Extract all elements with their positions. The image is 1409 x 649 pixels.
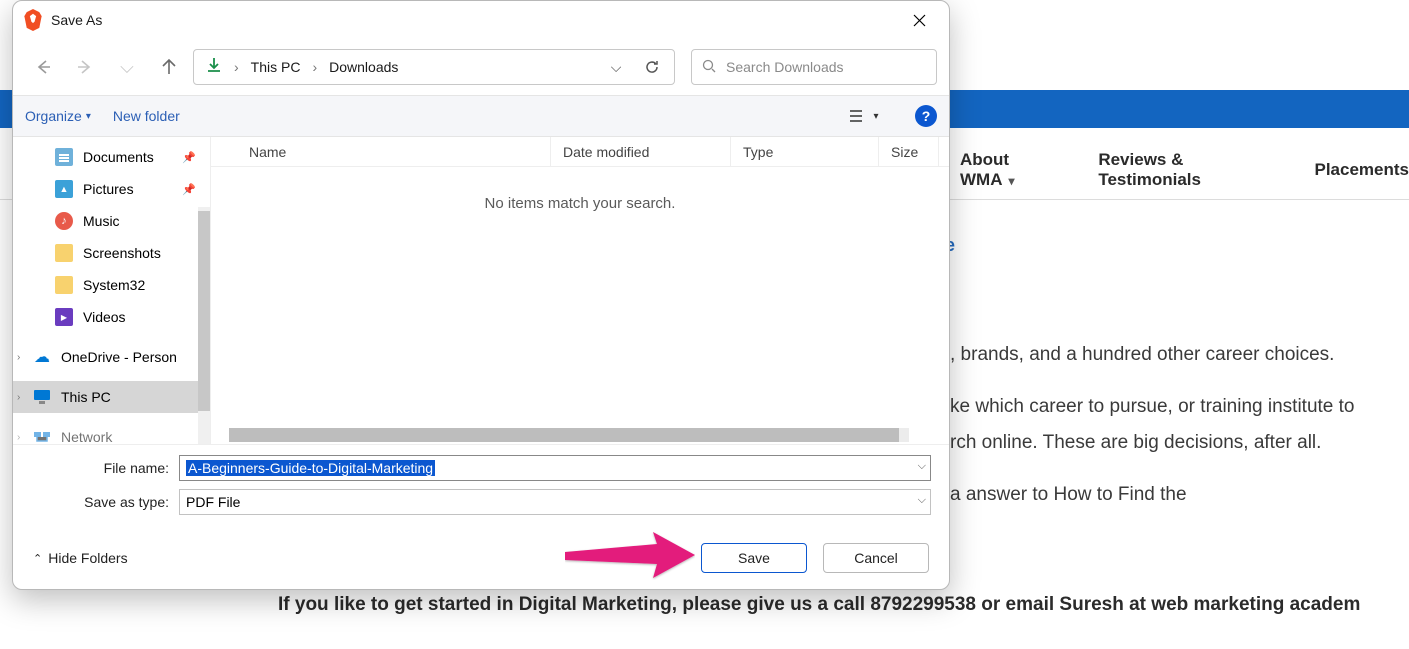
view-menu[interactable]: ▾ [847,102,881,130]
pin-icon: 📌 [182,151,196,164]
col-size[interactable]: Size [879,137,939,166]
folder-tree: Documents📌 Pictures📌 ♪Music Screenshots … [13,137,211,444]
cancel-button[interactable]: Cancel [823,543,929,573]
article-cta: If you like to get started in Digital Ma… [278,594,1409,616]
folder-icon [55,244,73,262]
breadcrumb-downloads[interactable]: Downloads [323,55,404,79]
tree-videos[interactable]: Videos [13,301,210,333]
help-button[interactable]: ? [915,105,937,127]
save-as-dialog: Save As ⌵ › This PC › Downloads ⌵ Search… [12,0,950,590]
tree-system32[interactable]: System32 [13,269,210,301]
cloud-icon: ☁ [33,348,51,366]
dialog-body: Documents📌 Pictures📌 ♪Music Screenshots … [13,137,949,444]
nav-row: ⌵ › This PC › Downloads ⌵ Search Downloa… [13,39,949,95]
nav-item-reviews[interactable]: Reviews & Testimonials [1098,150,1276,190]
help-icon: ? [922,108,931,124]
filename-value: A-Beginners-Guide-to-Digital-Marketing [186,460,435,476]
address-bar[interactable]: › This PC › Downloads ⌵ [193,49,675,85]
close-icon [913,14,926,27]
refresh-button[interactable] [636,51,668,83]
chevron-down-icon[interactable]: ⌵ [918,494,926,507]
chevron-down-icon: ▾ [873,111,878,122]
dialog-footer: ⌃ Hide Folders Save Cancel [13,527,949,589]
empty-message: No items match your search. [211,167,949,212]
horizontal-scroll-thumb[interactable] [229,428,899,442]
filetype-value: PDF File [186,494,240,510]
close-button[interactable] [897,5,941,35]
downloads-icon [200,57,228,78]
music-icon: ♪ [55,212,73,230]
sidebar-scroll-thumb[interactable] [198,211,210,411]
chevron-down-icon: ▾ [86,111,91,122]
videos-icon [55,308,73,326]
chevron-down-icon: ▾ [1008,174,1014,188]
chevron-right-icon: › [17,392,20,403]
filename-input[interactable]: A-Beginners-Guide-to-Digital-Marketing ⌵ [179,455,931,481]
chevron-right-icon: › [17,432,20,443]
filename-label: File name: [31,460,179,476]
address-dropdown[interactable]: ⌵ [600,51,632,83]
tree-documents[interactable]: Documents📌 [13,141,210,173]
toolbar: Organize ▾ New folder ▾ ? [13,95,949,137]
arrow-right-icon [76,58,94,76]
up-button[interactable] [151,49,187,85]
save-fields: File name: A-Beginners-Guide-to-Digital-… [13,444,949,527]
forward-button[interactable] [67,49,103,85]
arrow-left-icon [34,58,52,76]
chevron-up-icon: ⌃ [33,552,42,565]
pictures-icon [55,180,73,198]
chevron-right-icon: › [17,352,20,363]
column-headers: Name Date modified Type Size [211,137,949,167]
brave-icon [23,9,43,31]
nav-item-about[interactable]: About WMA▾ [960,150,1060,190]
documents-icon [55,148,73,166]
network-icon [33,428,51,444]
back-button[interactable] [25,49,61,85]
list-icon [849,109,867,123]
pin-icon: 📌 [182,183,196,196]
dialog-title: Save As [51,12,897,28]
chevron-right-icon: › [232,59,241,75]
search-box[interactable]: Search Downloads [691,49,937,85]
organize-menu[interactable]: Organize ▾ [25,108,91,124]
chevron-down-icon[interactable]: ⌵ [918,460,926,473]
filetype-select[interactable]: PDF File ⌵ [179,489,931,515]
titlebar: Save As [13,1,949,39]
tree-pictures[interactable]: Pictures📌 [13,173,210,205]
col-date[interactable]: Date modified [551,137,731,166]
breadcrumb-thispc[interactable]: This PC [245,55,307,79]
article-text-1: , brands, and a hundred other career cho… [950,340,1409,369]
tree-network[interactable]: ›Network [13,421,210,444]
hide-folders-toggle[interactable]: ⌃ Hide Folders [33,550,128,566]
article-text-3: a answer to How to Find the [950,480,1409,509]
pc-icon [33,388,51,406]
chevron-right-icon: › [310,59,319,75]
search-placeholder: Search Downloads [726,59,844,75]
tree-onedrive[interactable]: ›☁OneDrive - Person [13,341,210,373]
tree-thispc[interactable]: ›This PC [13,381,210,413]
recent-dropdown[interactable]: ⌵ [109,49,145,85]
article-text-2a: ke which career to pursue, or training i… [950,392,1409,421]
arrow-up-icon [160,58,178,76]
search-icon [702,59,716,76]
nav-item-placements[interactable]: Placements [1315,160,1409,180]
filetype-label: Save as type: [31,494,179,510]
new-folder-button[interactable]: New folder [113,108,180,124]
tree-screenshots[interactable]: Screenshots [13,237,210,269]
refresh-icon [644,59,660,75]
tree-music[interactable]: ♪Music [13,205,210,237]
col-type[interactable]: Type [731,137,879,166]
save-button[interactable]: Save [701,543,807,573]
article-text-2b: rch online. These are big decisions, aft… [950,428,1409,457]
file-list-pane: Name Date modified Type Size No items ma… [211,137,949,444]
col-name[interactable]: Name [211,137,551,166]
folder-icon [55,276,73,294]
